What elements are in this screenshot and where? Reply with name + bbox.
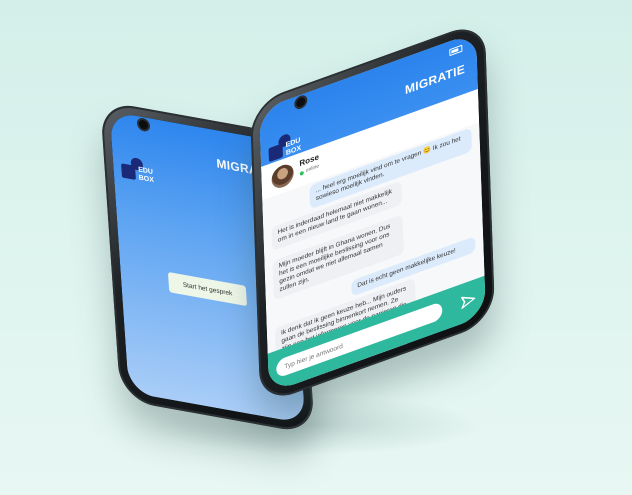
send-icon[interactable] bbox=[459, 289, 478, 313]
chat-app-view: MIGRATIE EDU BOX Rose online ... heel er… bbox=[259, 31, 486, 394]
logo-text-line2: BOX bbox=[138, 174, 155, 185]
battery-icon bbox=[449, 44, 463, 57]
right-phone-screen: MIGRATIE EDU BOX Rose online ... heel er… bbox=[259, 31, 486, 394]
avatar bbox=[271, 161, 295, 192]
right-phone: MIGRATIE EDU BOX Rose online ... heel er… bbox=[249, 19, 496, 406]
product-mockup-stage: MIGRATIE EDU BOX Start het gesprek MIGRA… bbox=[0, 0, 632, 495]
start-conversation-button[interactable]: Start het gesprek bbox=[167, 271, 248, 307]
app-title: MIGRATIE bbox=[404, 61, 466, 98]
edubox-logo: EDU BOX bbox=[120, 155, 160, 192]
online-status-dot bbox=[299, 170, 304, 177]
